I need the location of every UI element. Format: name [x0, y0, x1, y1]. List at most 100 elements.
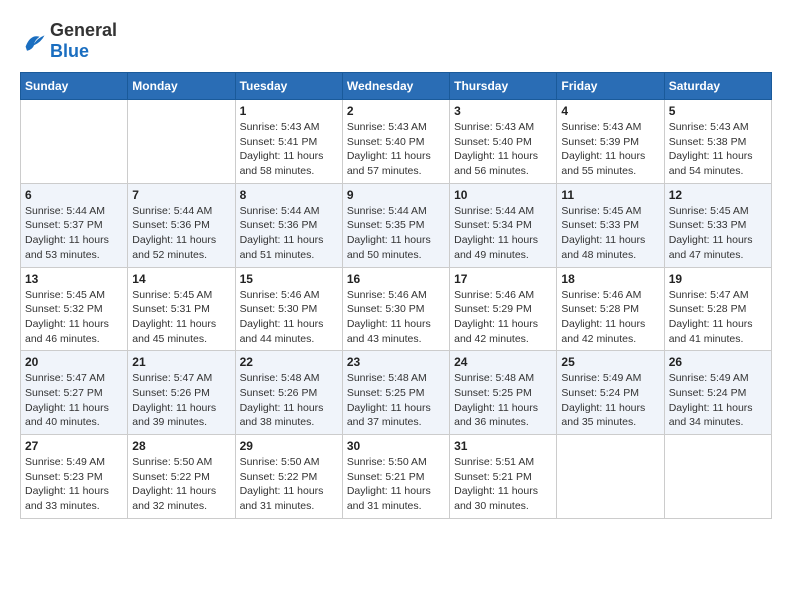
calendar-header-row: SundayMondayTuesdayWednesdayThursdayFrid…: [21, 73, 772, 100]
day-number: 31: [454, 439, 552, 453]
day-info: Sunrise: 5:50 AMSunset: 5:22 PMDaylight:…: [240, 455, 338, 514]
calendar-week-row: 6 Sunrise: 5:44 AMSunset: 5:37 PMDaylight…: [21, 183, 772, 267]
day-info: Sunrise: 5:50 AMSunset: 5:21 PMDaylight:…: [347, 455, 445, 514]
day-info: Sunrise: 5:45 AMSunset: 5:33 PMDaylight:…: [669, 204, 767, 263]
logo-general: General: [50, 20, 117, 40]
day-info: Sunrise: 5:45 AMSunset: 5:31 PMDaylight:…: [132, 288, 230, 347]
calendar-cell: 9Sunrise: 5:44 AMSunset: 5:35 PMDaylight…: [342, 183, 449, 267]
day-number: 24: [454, 355, 552, 369]
calendar-cell: 1 Sunrise: 5:43 AMSunset: 5:41 PMDaylight…: [235, 100, 342, 184]
day-number: 10: [454, 188, 552, 202]
day-number: 21: [132, 355, 230, 369]
calendar-cell: 15 Sunrise: 5:46 AMSunset: 5:30 PMDayligh…: [235, 267, 342, 351]
calendar-week-row: 27Sunrise: 5:49 AMSunset: 5:23 PMDayligh…: [21, 435, 772, 519]
calendar-header-saturday: Saturday: [664, 73, 771, 100]
day-info: Sunrise: 5:48 AMSunset: 5:25 PMDaylight:…: [454, 371, 552, 430]
day-info: Sunrise: 5:46 AMSunset: 5:30 PMDaylight:…: [347, 288, 445, 347]
day-number: 22: [240, 355, 338, 369]
day-number: 1: [240, 104, 338, 118]
calendar-cell: 18 Sunrise: 5:46 AMSunset: 5:28 PMDayligh…: [557, 267, 664, 351]
day-number: 11: [561, 188, 659, 202]
calendar-header-monday: Monday: [128, 73, 235, 100]
calendar-cell: 13 Sunrise: 5:45 AMSunset: 5:32 PMDayligh…: [21, 267, 128, 351]
calendar-cell: 8Sunrise: 5:44 AMSunset: 5:36 PMDaylight…: [235, 183, 342, 267]
day-number: 15: [240, 272, 338, 286]
day-number: 30: [347, 439, 445, 453]
day-info: Sunrise: 5:44 AMSunset: 5:37 PMDaylight:…: [25, 204, 123, 263]
logo-bird-icon: [20, 27, 48, 55]
day-info: Sunrise: 5:45 AMSunset: 5:33 PMDaylight:…: [561, 204, 659, 263]
day-info: Sunrise: 5:43 AMSunset: 5:38 PMDaylight:…: [669, 120, 767, 179]
day-number: 13: [25, 272, 123, 286]
day-number: 3: [454, 104, 552, 118]
calendar-cell: 2 Sunrise: 5:43 AMSunset: 5:40 PMDaylight…: [342, 100, 449, 184]
day-number: 27: [25, 439, 123, 453]
calendar-cell: 4 Sunrise: 5:43 AMSunset: 5:39 PMDaylight…: [557, 100, 664, 184]
day-number: 18: [561, 272, 659, 286]
day-info: Sunrise: 5:48 AMSunset: 5:25 PMDaylight:…: [347, 371, 445, 430]
calendar-cell: 6 Sunrise: 5:44 AMSunset: 5:37 PMDaylight…: [21, 183, 128, 267]
calendar-cell: 5 Sunrise: 5:43 AMSunset: 5:38 PMDaylight…: [664, 100, 771, 184]
day-number: 17: [454, 272, 552, 286]
day-info: Sunrise: 5:49 AMSunset: 5:24 PMDaylight:…: [561, 371, 659, 430]
day-info: Sunrise: 5:46 AMSunset: 5:29 PMDaylight:…: [454, 288, 552, 347]
calendar-cell: 7Sunrise: 5:44 AMSunset: 5:36 PMDaylight…: [128, 183, 235, 267]
calendar-header-thursday: Thursday: [450, 73, 557, 100]
calendar-cell: 27Sunrise: 5:49 AMSunset: 5:23 PMDayligh…: [21, 435, 128, 519]
day-info: Sunrise: 5:49 AMSunset: 5:24 PMDaylight:…: [669, 371, 767, 430]
calendar-cell: 30 Sunrise: 5:50 AMSunset: 5:21 PMDayligh…: [342, 435, 449, 519]
calendar-cell: [21, 100, 128, 184]
day-info: Sunrise: 5:43 AMSunset: 5:41 PMDaylight:…: [240, 120, 338, 179]
day-number: 4: [561, 104, 659, 118]
day-number: 16: [347, 272, 445, 286]
day-number: 12: [669, 188, 767, 202]
day-number: 25: [561, 355, 659, 369]
day-info: Sunrise: 5:44 AMSunset: 5:36 PMDaylight:…: [240, 204, 338, 263]
page-header: General Blue: [20, 20, 772, 62]
calendar-cell: 21Sunrise: 5:47 AMSunset: 5:26 PMDayligh…: [128, 351, 235, 435]
calendar-header-friday: Friday: [557, 73, 664, 100]
day-number: 6: [25, 188, 123, 202]
day-info: Sunrise: 5:44 AMSunset: 5:34 PMDaylight:…: [454, 204, 552, 263]
calendar-cell: 24 Sunrise: 5:48 AMSunset: 5:25 PMDayligh…: [450, 351, 557, 435]
day-info: Sunrise: 5:51 AMSunset: 5:21 PMDaylight:…: [454, 455, 552, 514]
day-number: 20: [25, 355, 123, 369]
day-info: Sunrise: 5:46 AMSunset: 5:30 PMDaylight:…: [240, 288, 338, 347]
day-info: Sunrise: 5:45 AMSunset: 5:32 PMDaylight:…: [25, 288, 123, 347]
day-info: Sunrise: 5:43 AMSunset: 5:39 PMDaylight:…: [561, 120, 659, 179]
day-info: Sunrise: 5:43 AMSunset: 5:40 PMDaylight:…: [347, 120, 445, 179]
day-number: 2: [347, 104, 445, 118]
calendar-cell: [664, 435, 771, 519]
calendar-header-tuesday: Tuesday: [235, 73, 342, 100]
calendar-header-wednesday: Wednesday: [342, 73, 449, 100]
day-info: Sunrise: 5:44 AMSunset: 5:35 PMDaylight:…: [347, 204, 445, 263]
day-number: 28: [132, 439, 230, 453]
calendar-cell: 12 Sunrise: 5:45 AMSunset: 5:33 PMDayligh…: [664, 183, 771, 267]
calendar-cell: 28Sunrise: 5:50 AMSunset: 5:22 PMDayligh…: [128, 435, 235, 519]
calendar-cell: 26 Sunrise: 5:49 AMSunset: 5:24 PMDayligh…: [664, 351, 771, 435]
calendar-cell: 31 Sunrise: 5:51 AMSunset: 5:21 PMDayligh…: [450, 435, 557, 519]
day-info: Sunrise: 5:47 AMSunset: 5:27 PMDaylight:…: [25, 371, 123, 430]
day-info: Sunrise: 5:47 AMSunset: 5:28 PMDaylight:…: [669, 288, 767, 347]
calendar-cell: 14 Sunrise: 5:45 AMSunset: 5:31 PMDayligh…: [128, 267, 235, 351]
day-number: 5: [669, 104, 767, 118]
day-number: 19: [669, 272, 767, 286]
logo-blue: Blue: [50, 41, 89, 61]
day-info: Sunrise: 5:46 AMSunset: 5:28 PMDaylight:…: [561, 288, 659, 347]
day-info: Sunrise: 5:44 AMSunset: 5:36 PMDaylight:…: [132, 204, 230, 263]
logo: General Blue: [20, 20, 117, 62]
day-number: 26: [669, 355, 767, 369]
calendar-table: SundayMondayTuesdayWednesdayThursdayFrid…: [20, 72, 772, 519]
day-number: 29: [240, 439, 338, 453]
calendar-cell: 25 Sunrise: 5:49 AMSunset: 5:24 PMDayligh…: [557, 351, 664, 435]
calendar-week-row: 20 Sunrise: 5:47 AMSunset: 5:27 PMDayligh…: [21, 351, 772, 435]
calendar-cell: 3Sunrise: 5:43 AMSunset: 5:40 PMDaylight…: [450, 100, 557, 184]
day-number: 14: [132, 272, 230, 286]
calendar-cell: 10 Sunrise: 5:44 AMSunset: 5:34 PMDayligh…: [450, 183, 557, 267]
calendar-week-row: 13 Sunrise: 5:45 AMSunset: 5:32 PMDayligh…: [21, 267, 772, 351]
day-number: 23: [347, 355, 445, 369]
calendar-header-sunday: Sunday: [21, 73, 128, 100]
calendar-cell: 16 Sunrise: 5:46 AMSunset: 5:30 PMDayligh…: [342, 267, 449, 351]
calendar-week-row: 1 Sunrise: 5:43 AMSunset: 5:41 PMDaylight…: [21, 100, 772, 184]
calendar-cell: 22Sunrise: 5:48 AMSunset: 5:26 PMDayligh…: [235, 351, 342, 435]
